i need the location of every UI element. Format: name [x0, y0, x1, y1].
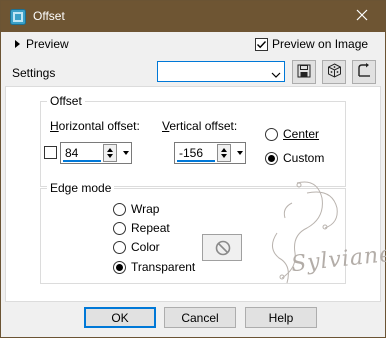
center-radio[interactable]: Center: [265, 127, 319, 141]
edge-mode-color-radio[interactable]: Color: [113, 240, 160, 254]
radio-unselected-icon[interactable]: [113, 240, 126, 254]
preview-toggle[interactable]: Preview: [15, 37, 69, 51]
dice-icon: [327, 63, 342, 81]
horizontal-offset-value[interactable]: 84: [65, 146, 78, 160]
radio-unselected-icon[interactable]: [265, 127, 278, 141]
vertical-offset-label: Vertical offset:: [162, 119, 238, 133]
edge-mode-repeat-label: Repeat: [131, 221, 170, 235]
title-bar[interactable]: Offset: [1, 1, 385, 32]
settings-combo[interactable]: [157, 61, 285, 82]
value-slider-track[interactable]: [177, 160, 215, 162]
horizontal-offset-label: Horizontal offset:: [50, 119, 140, 133]
randomize-button[interactable]: [322, 60, 346, 84]
center-label: Center: [283, 127, 319, 141]
preview-on-image-label: Preview on Image: [272, 37, 369, 51]
offset-dialog: Offset Preview Preview on Image Settings: [0, 0, 386, 338]
dropdown-arrow-icon[interactable]: [123, 151, 129, 155]
vertical-offset-label-rest: ertical offset:: [169, 119, 238, 133]
settings-label: Settings: [12, 66, 56, 80]
edge-mode-color-label: Color: [131, 240, 160, 254]
edge-mode-wrap-label: Wrap: [131, 202, 160, 216]
horizontal-offset-label-rest: orizontal offset:: [58, 119, 140, 133]
close-icon: [356, 9, 368, 24]
reset-button[interactable]: [352, 60, 376, 84]
window-title: Offset: [33, 9, 65, 23]
vertical-offset-spinner[interactable]: -156: [174, 142, 246, 164]
edge-mode-wrap-radio[interactable]: Wrap: [113, 202, 159, 216]
spin-updown-icon[interactable]: [103, 144, 117, 162]
value-slider-track[interactable]: [63, 160, 101, 162]
link-offsets-checkbox[interactable]: [44, 146, 57, 159]
edge-mode-repeat-radio[interactable]: Repeat: [113, 221, 170, 235]
radio-unselected-icon[interactable]: [113, 221, 126, 235]
dropdown-arrow-icon[interactable]: [237, 151, 243, 155]
checkbox-checked-icon[interactable]: [255, 37, 268, 51]
offset-group-title: Offset: [47, 94, 85, 108]
cancel-button[interactable]: Cancel: [164, 307, 236, 328]
close-button[interactable]: [339, 1, 385, 32]
offset-app-icon: [10, 9, 26, 25]
watermark: Sylviane: [237, 173, 386, 303]
radio-selected-icon[interactable]: [113, 260, 126, 274]
edge-color-swatch[interactable]: [202, 234, 242, 261]
chevron-down-icon: [271, 68, 281, 82]
no-color-icon: [215, 240, 231, 259]
custom-label: Custom: [283, 151, 325, 165]
help-button[interactable]: Help: [245, 307, 317, 328]
save-icon: [297, 64, 311, 81]
vertical-offset-value[interactable]: -156: [179, 146, 203, 160]
edge-mode-transparent-radio[interactable]: Transparent: [113, 260, 195, 274]
edge-mode-transparent-label: Transparent: [131, 260, 196, 274]
ok-button[interactable]: OK: [84, 307, 156, 328]
save-preset-button[interactable]: [292, 60, 316, 84]
center-label-underline: Center: [283, 127, 320, 141]
custom-radio[interactable]: Custom: [265, 151, 324, 165]
preview-label: Preview: [26, 37, 69, 51]
radio-unselected-icon[interactable]: [113, 202, 126, 216]
spin-updown-icon[interactable]: [217, 144, 231, 162]
expand-arrow-icon: [15, 40, 20, 48]
horizontal-offset-spinner[interactable]: 84: [60, 142, 132, 164]
preview-on-image-checkbox[interactable]: Preview on Image: [255, 37, 368, 51]
radio-selected-icon[interactable]: [265, 151, 278, 165]
reset-icon: [357, 63, 372, 81]
edge-mode-group-title: Edge mode: [47, 181, 115, 195]
